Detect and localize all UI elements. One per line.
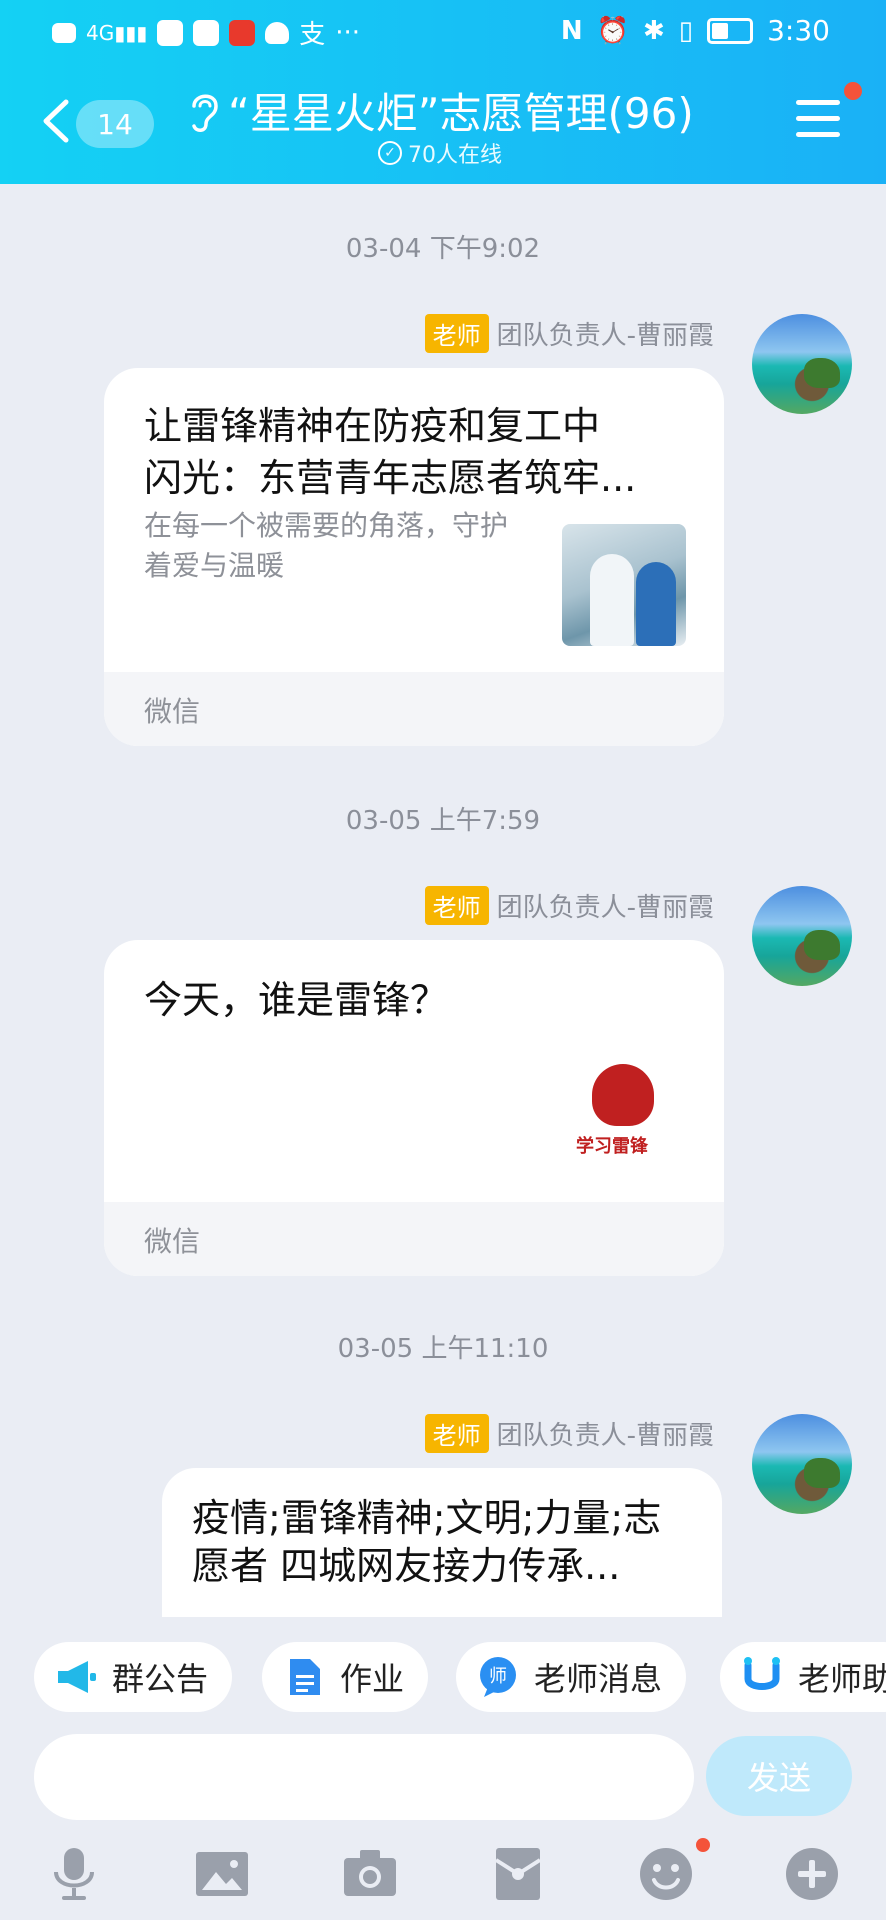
hd-icon (52, 22, 76, 43)
link-card[interactable]: 让雷锋精神在防疫和复工中 闪光：东营青年志愿者筑牢... 在每一个被需要的角落，… (104, 368, 724, 746)
bluetooth-icon: ✱ (643, 15, 665, 46)
card-source-bar: 微信 (104, 672, 724, 746)
more-icon: ··· (335, 17, 361, 48)
camera-icon[interactable] (340, 1844, 400, 1904)
message-input[interactable] (34, 1734, 694, 1820)
group-title: “星星火炬”志愿管理(96) (228, 89, 694, 138)
svg-text:师: 师 (489, 1666, 507, 1687)
role-tag: 老师 (424, 1414, 489, 1453)
status-time: 3:30 (767, 14, 830, 47)
vibrate-icon: ▯ (678, 15, 694, 46)
announcement-chip[interactable]: 群公告 (34, 1642, 233, 1712)
avatar[interactable] (752, 314, 852, 414)
emoji-icon[interactable] (636, 1844, 696, 1904)
unread-count-badge[interactable]: 14 (76, 100, 154, 148)
message-bubble[interactable]: 疫情;雷锋精神;文明;力量;志 愿者 四城网友接力传承... (162, 1468, 722, 1617)
message-timestamp: 03-05 上午11:10 (337, 1334, 549, 1364)
nfc-icon: N (560, 15, 583, 46)
sender-line: 老师 团队负责人-曹丽霞 (424, 1414, 714, 1453)
card-title: 让雷锋精神在防疫和复工中 闪光：东营青年志愿者筑牢... (144, 404, 637, 500)
chat-message-list[interactable]: 03-04 下午9:02 老师 团队负责人-曹丽霞 让雷锋精神在防疫和复工中 闪… (0, 184, 886, 1617)
thumbnail-caption: 学习雷锋 (576, 1136, 648, 1157)
battery-icon (707, 17, 754, 44)
cloud-icon (265, 21, 290, 44)
teacher-message-chip[interactable]: 师 老师消息 (456, 1642, 687, 1712)
menu-button[interactable] (796, 100, 840, 142)
card-source: 微信 (144, 1225, 201, 1258)
role-tag: 老师 (424, 886, 489, 925)
status-bar: 4G▮▮▮ 支 ··· N ⏰ ✱ ▯ 3:30 (0, 0, 886, 60)
megaphone-icon (58, 1661, 96, 1693)
menu-line (796, 116, 840, 121)
homework-chip[interactable]: 作业 (262, 1642, 429, 1712)
avatar[interactable] (752, 886, 852, 986)
role-tag: 老师 (424, 314, 489, 353)
check-circle-icon: ✓ (378, 141, 402, 165)
ear-icon[interactable] (186, 88, 222, 136)
avatar[interactable] (752, 1414, 852, 1514)
app-icon (229, 19, 256, 46)
message-timestamp: 03-04 下午9:02 (345, 234, 541, 264)
card-thumbnail (562, 524, 686, 646)
4g-signal-icon: 4G▮▮▮ (86, 20, 148, 45)
online-count: ✓ 70人在线 (378, 137, 502, 169)
app-icon (157, 19, 184, 46)
image-icon[interactable] (192, 1844, 252, 1904)
card-source-bar: 微信 (104, 1202, 724, 1276)
sender-line: 老师 团队负责人-曹丽霞 (424, 886, 714, 925)
card-title: 今天，谁是雷锋？ (144, 978, 449, 1022)
quick-action-bar: 群公告 作业 师 老师消息 老师助 (0, 1640, 886, 1714)
menu-line (796, 100, 840, 105)
sender-name: 团队负责人-曹丽霞 (496, 321, 714, 351)
microphone-icon[interactable] (44, 1844, 104, 1904)
app-icon (193, 19, 220, 46)
sender-line: 老师 团队负责人-曹丽霞 (424, 314, 714, 353)
card-thumbnail: 学习雷锋 (562, 1052, 686, 1174)
portrait-icon (592, 1064, 654, 1126)
chevron-left-icon (43, 99, 69, 143)
send-button[interactable]: 发送 (706, 1736, 852, 1816)
notification-dot (844, 82, 862, 100)
composer-toolbar (0, 1836, 886, 1908)
plus-icon[interactable] (782, 1844, 842, 1904)
sender-name: 团队负责人-曹丽霞 (496, 1421, 714, 1451)
teacher-assistant-chip[interactable]: 老师助 (720, 1642, 886, 1712)
teacher-message-icon: 师 (480, 1657, 516, 1697)
card-source: 微信 (144, 695, 201, 728)
red-packet-icon[interactable] (488, 1844, 548, 1904)
alarm-icon: ⏰ (596, 15, 629, 46)
menu-line (796, 132, 840, 137)
document-icon (290, 1659, 320, 1695)
sender-name: 团队负责人-曹丽霞 (496, 893, 714, 923)
teacher-assistant-icon (744, 1657, 780, 1690)
chat-header: 4G▮▮▮ 支 ··· N ⏰ ✱ ▯ 3:30 14 “星星火炬”志愿管理(9… (0, 0, 886, 184)
alipay-icon: 支 (299, 20, 326, 50)
emoji-notification-dot (696, 1838, 710, 1852)
online-count-text: 70人在线 (408, 143, 502, 168)
card-description: 在每一个被需要的角落，守护着爱与温暖 (144, 509, 509, 582)
message-timestamp: 03-05 上午7:59 (345, 806, 541, 836)
link-card[interactable]: 今天，谁是雷锋？ 学习雷锋 微信 (104, 940, 724, 1276)
